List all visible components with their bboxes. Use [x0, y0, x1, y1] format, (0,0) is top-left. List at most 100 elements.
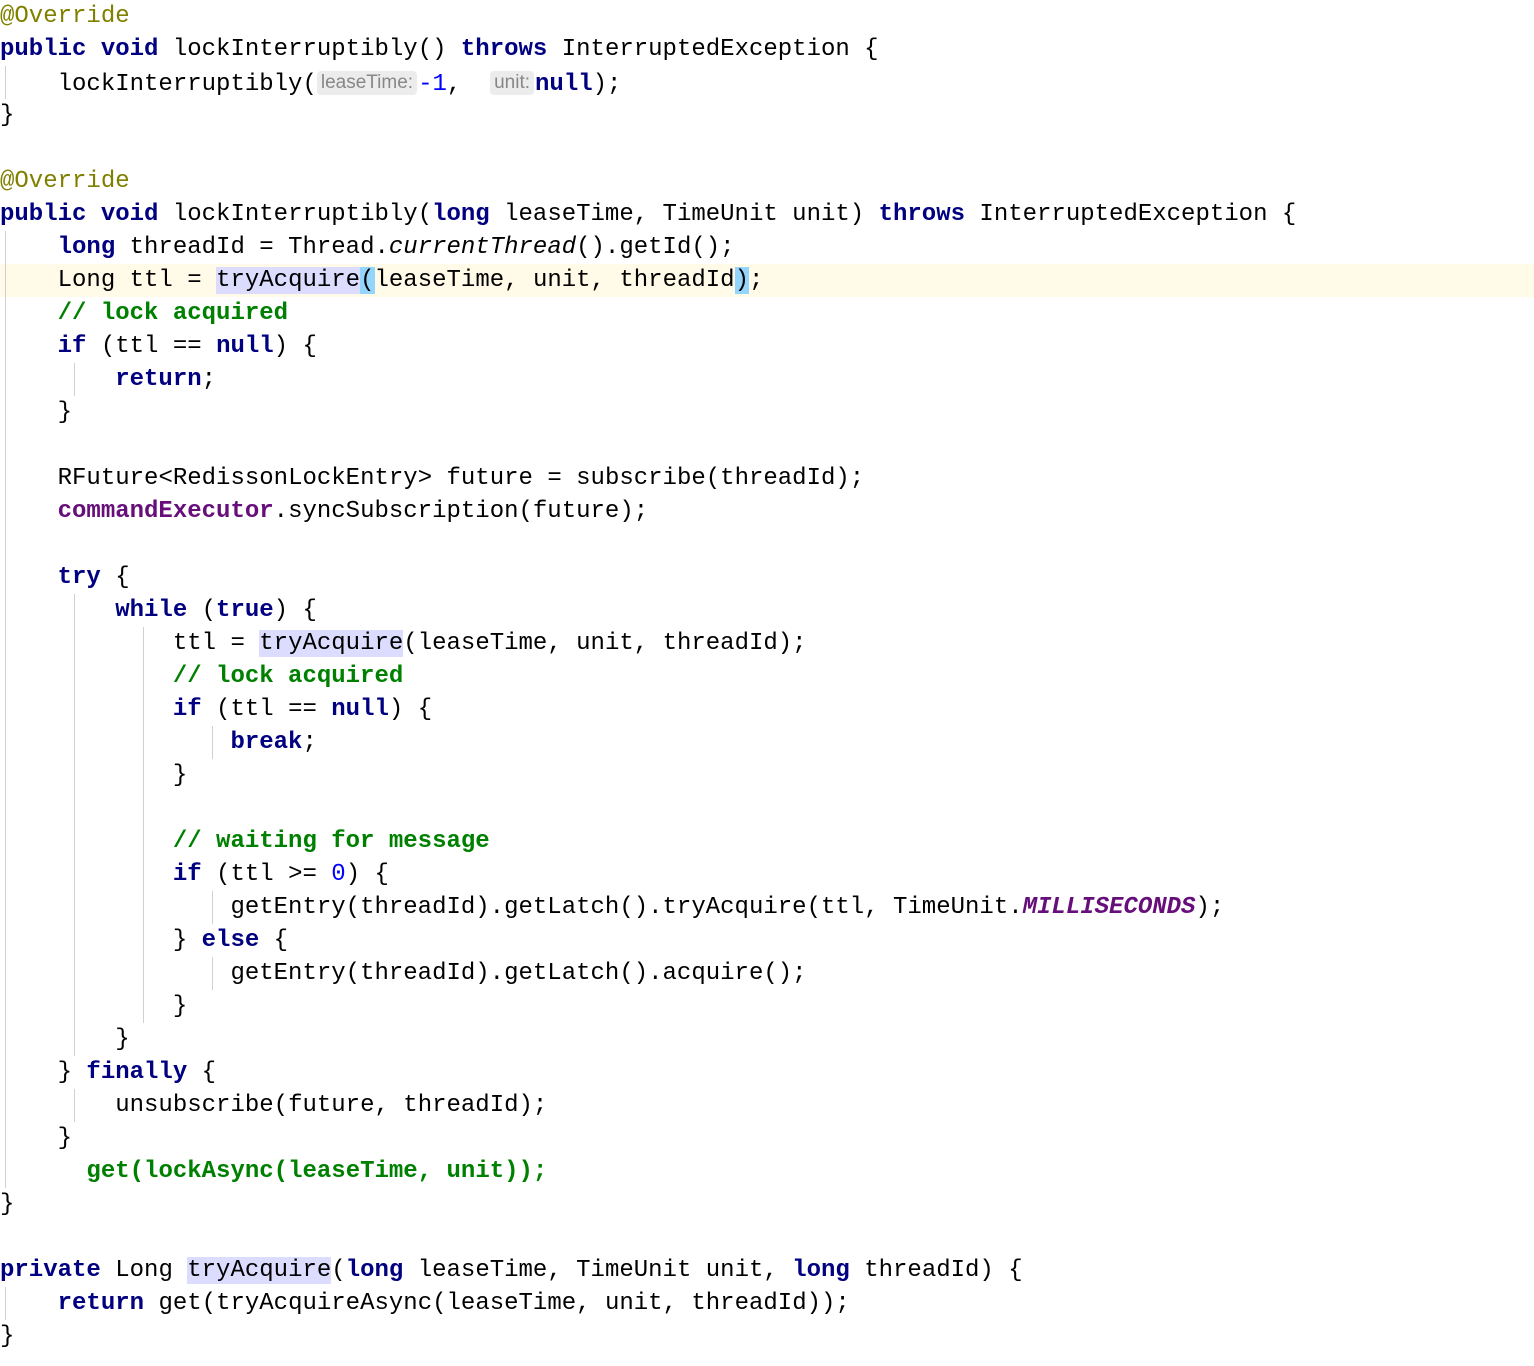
- code-line-blank[interactable]: [0, 429, 1534, 462]
- code-line[interactable]: getEntry(threadId).getLatch().acquire();: [0, 957, 1534, 990]
- punctuation: ).: [475, 960, 505, 987]
- punctuation: (: [201, 861, 231, 888]
- code-line[interactable]: }: [0, 99, 1534, 132]
- keyword-token: long: [345, 1257, 404, 1284]
- code-line[interactable]: public void lockInterruptibly() throws I…: [0, 33, 1534, 66]
- indent-guide: [5, 363, 6, 396]
- code-line-added[interactable]: get(lockAsync(leaseTime, unit));: [0, 1155, 1534, 1188]
- code-line-blank[interactable]: [0, 132, 1534, 165]
- inlay-hint-unit[interactable]: unit:: [490, 71, 535, 95]
- code-line-blank[interactable]: [0, 1221, 1534, 1254]
- code-line[interactable]: ttl = tryAcquire(leaseTime, unit, thread…: [0, 627, 1534, 660]
- indent-guide: [5, 1056, 6, 1089]
- code-line[interactable]: }: [0, 759, 1534, 792]
- punctuation: (: [518, 498, 533, 525]
- argument-token: threadId: [720, 465, 836, 492]
- keyword-token: return: [57, 1290, 145, 1317]
- code-line[interactable]: }: [0, 1188, 1534, 1221]
- code-line[interactable]: return get(tryAcquireAsync(leaseTime, un…: [0, 1287, 1534, 1320]
- param-token: leaseTime: [504, 201, 634, 228]
- code-line[interactable]: private Long tryAcquire(long leaseTime, …: [0, 1254, 1534, 1287]
- type-token: RedissonLockEntry: [172, 465, 418, 492]
- punctuation: ();: [763, 960, 807, 987]
- keyword-token: null: [331, 696, 389, 723]
- code-line[interactable]: RFuture<RedissonLockEntry> future = subs…: [0, 462, 1534, 495]
- param-token: threadId: [864, 1257, 980, 1284]
- punctuation: ,: [633, 201, 663, 228]
- punctuation: }: [57, 1059, 87, 1086]
- indent-guide: [74, 990, 75, 1023]
- punctuation: ;: [201, 366, 217, 393]
- code-line[interactable]: @Override: [0, 165, 1534, 198]
- punctuation: ();: [691, 234, 735, 261]
- indent-guide: [143, 858, 144, 891]
- code-line[interactable]: long threadId = Thread.currentThread().g…: [0, 231, 1534, 264]
- code-line[interactable]: while (true) {: [0, 594, 1534, 627]
- type-token: TimeUnit: [662, 201, 778, 228]
- punctuation: {: [100, 564, 130, 591]
- method-call-token: get: [86, 1158, 130, 1185]
- code-line[interactable]: @Override: [0, 0, 1534, 33]
- method-call-token: lockAsync: [144, 1158, 274, 1185]
- code-line[interactable]: // waiting for message: [0, 825, 1534, 858]
- indent-guide: [74, 759, 75, 792]
- indent-guide: [143, 726, 144, 759]
- editor-text-area[interactable]: @Override public void lockInterruptibly(…: [0, 0, 1534, 1366]
- code-line[interactable]: }: [0, 990, 1534, 1023]
- code-line[interactable]: }: [0, 1320, 1534, 1353]
- argument-token: unit: [532, 267, 591, 294]
- code-line[interactable]: return;: [0, 363, 1534, 396]
- punctuation: =: [532, 465, 577, 492]
- code-line[interactable]: }: [0, 1122, 1534, 1155]
- punctuation: }: [0, 102, 15, 129]
- code-line[interactable]: unsubscribe(future, threadId);: [0, 1089, 1534, 1122]
- code-line[interactable]: } finally {: [0, 1056, 1534, 1089]
- indent-guide: [5, 1155, 6, 1188]
- punctuation: }: [0, 1323, 15, 1350]
- punctuation: ,: [590, 267, 620, 294]
- code-line[interactable]: if (ttl == null) {: [0, 693, 1534, 726]
- code-line[interactable]: commandExecutor.syncSubscription(future)…: [0, 495, 1534, 528]
- identifier-usage-highlight: tryAcquire: [259, 630, 404, 657]
- code-line[interactable]: try {: [0, 561, 1534, 594]
- indent-guide: [5, 330, 6, 363]
- type-token: Long: [57, 267, 116, 294]
- code-line-blank[interactable]: [0, 792, 1534, 825]
- method-call-token: acquire: [662, 960, 764, 987]
- punctuation: ,: [504, 267, 533, 294]
- code-line[interactable]: lockInterruptibly(leaseTime: -1, unit: nul…: [0, 66, 1534, 99]
- punctuation: {: [259, 927, 289, 954]
- indent-guide: [143, 924, 144, 957]
- code-line[interactable]: }: [0, 1023, 1534, 1056]
- keyword-token: public: [0, 201, 87, 228]
- code-line[interactable]: public void lockInterruptibly(long lease…: [0, 198, 1534, 231]
- indent-guide: [5, 726, 6, 759]
- punctuation: {: [187, 1059, 217, 1086]
- method-call-token: tryAcquireAsync: [216, 1290, 433, 1317]
- indent-guide: [5, 231, 6, 264]
- method-call-token: lockInterruptibly: [57, 71, 303, 98]
- code-line-caret[interactable]: Long ttl = tryAcquire(leaseTime, unit, t…: [0, 264, 1534, 297]
- code-line[interactable]: getEntry(threadId).getLatch().tryAcquire…: [0, 891, 1534, 924]
- punctuation: (: [302, 71, 317, 98]
- code-line[interactable]: } else {: [0, 924, 1534, 957]
- code-line[interactable]: }: [0, 396, 1534, 429]
- code-editor[interactable]: @Override public void lockInterruptibly(…: [0, 0, 1534, 1366]
- inlay-hint-leasetime[interactable]: leaseTime:: [316, 71, 418, 95]
- code-line[interactable]: // lock acquired: [0, 660, 1534, 693]
- punctuation: ) {: [345, 861, 389, 888]
- code-line[interactable]: break;: [0, 726, 1534, 759]
- code-line[interactable]: if (ttl >= 0) {: [0, 858, 1534, 891]
- code-line[interactable]: if (ttl == null) {: [0, 330, 1534, 363]
- punctuation: (: [403, 630, 418, 657]
- code-line-blank[interactable]: [0, 528, 1534, 561]
- code-line[interactable]: // lock acquired: [0, 297, 1534, 330]
- param-token: unit: [705, 1257, 764, 1284]
- keyword-token: long: [792, 1257, 850, 1284]
